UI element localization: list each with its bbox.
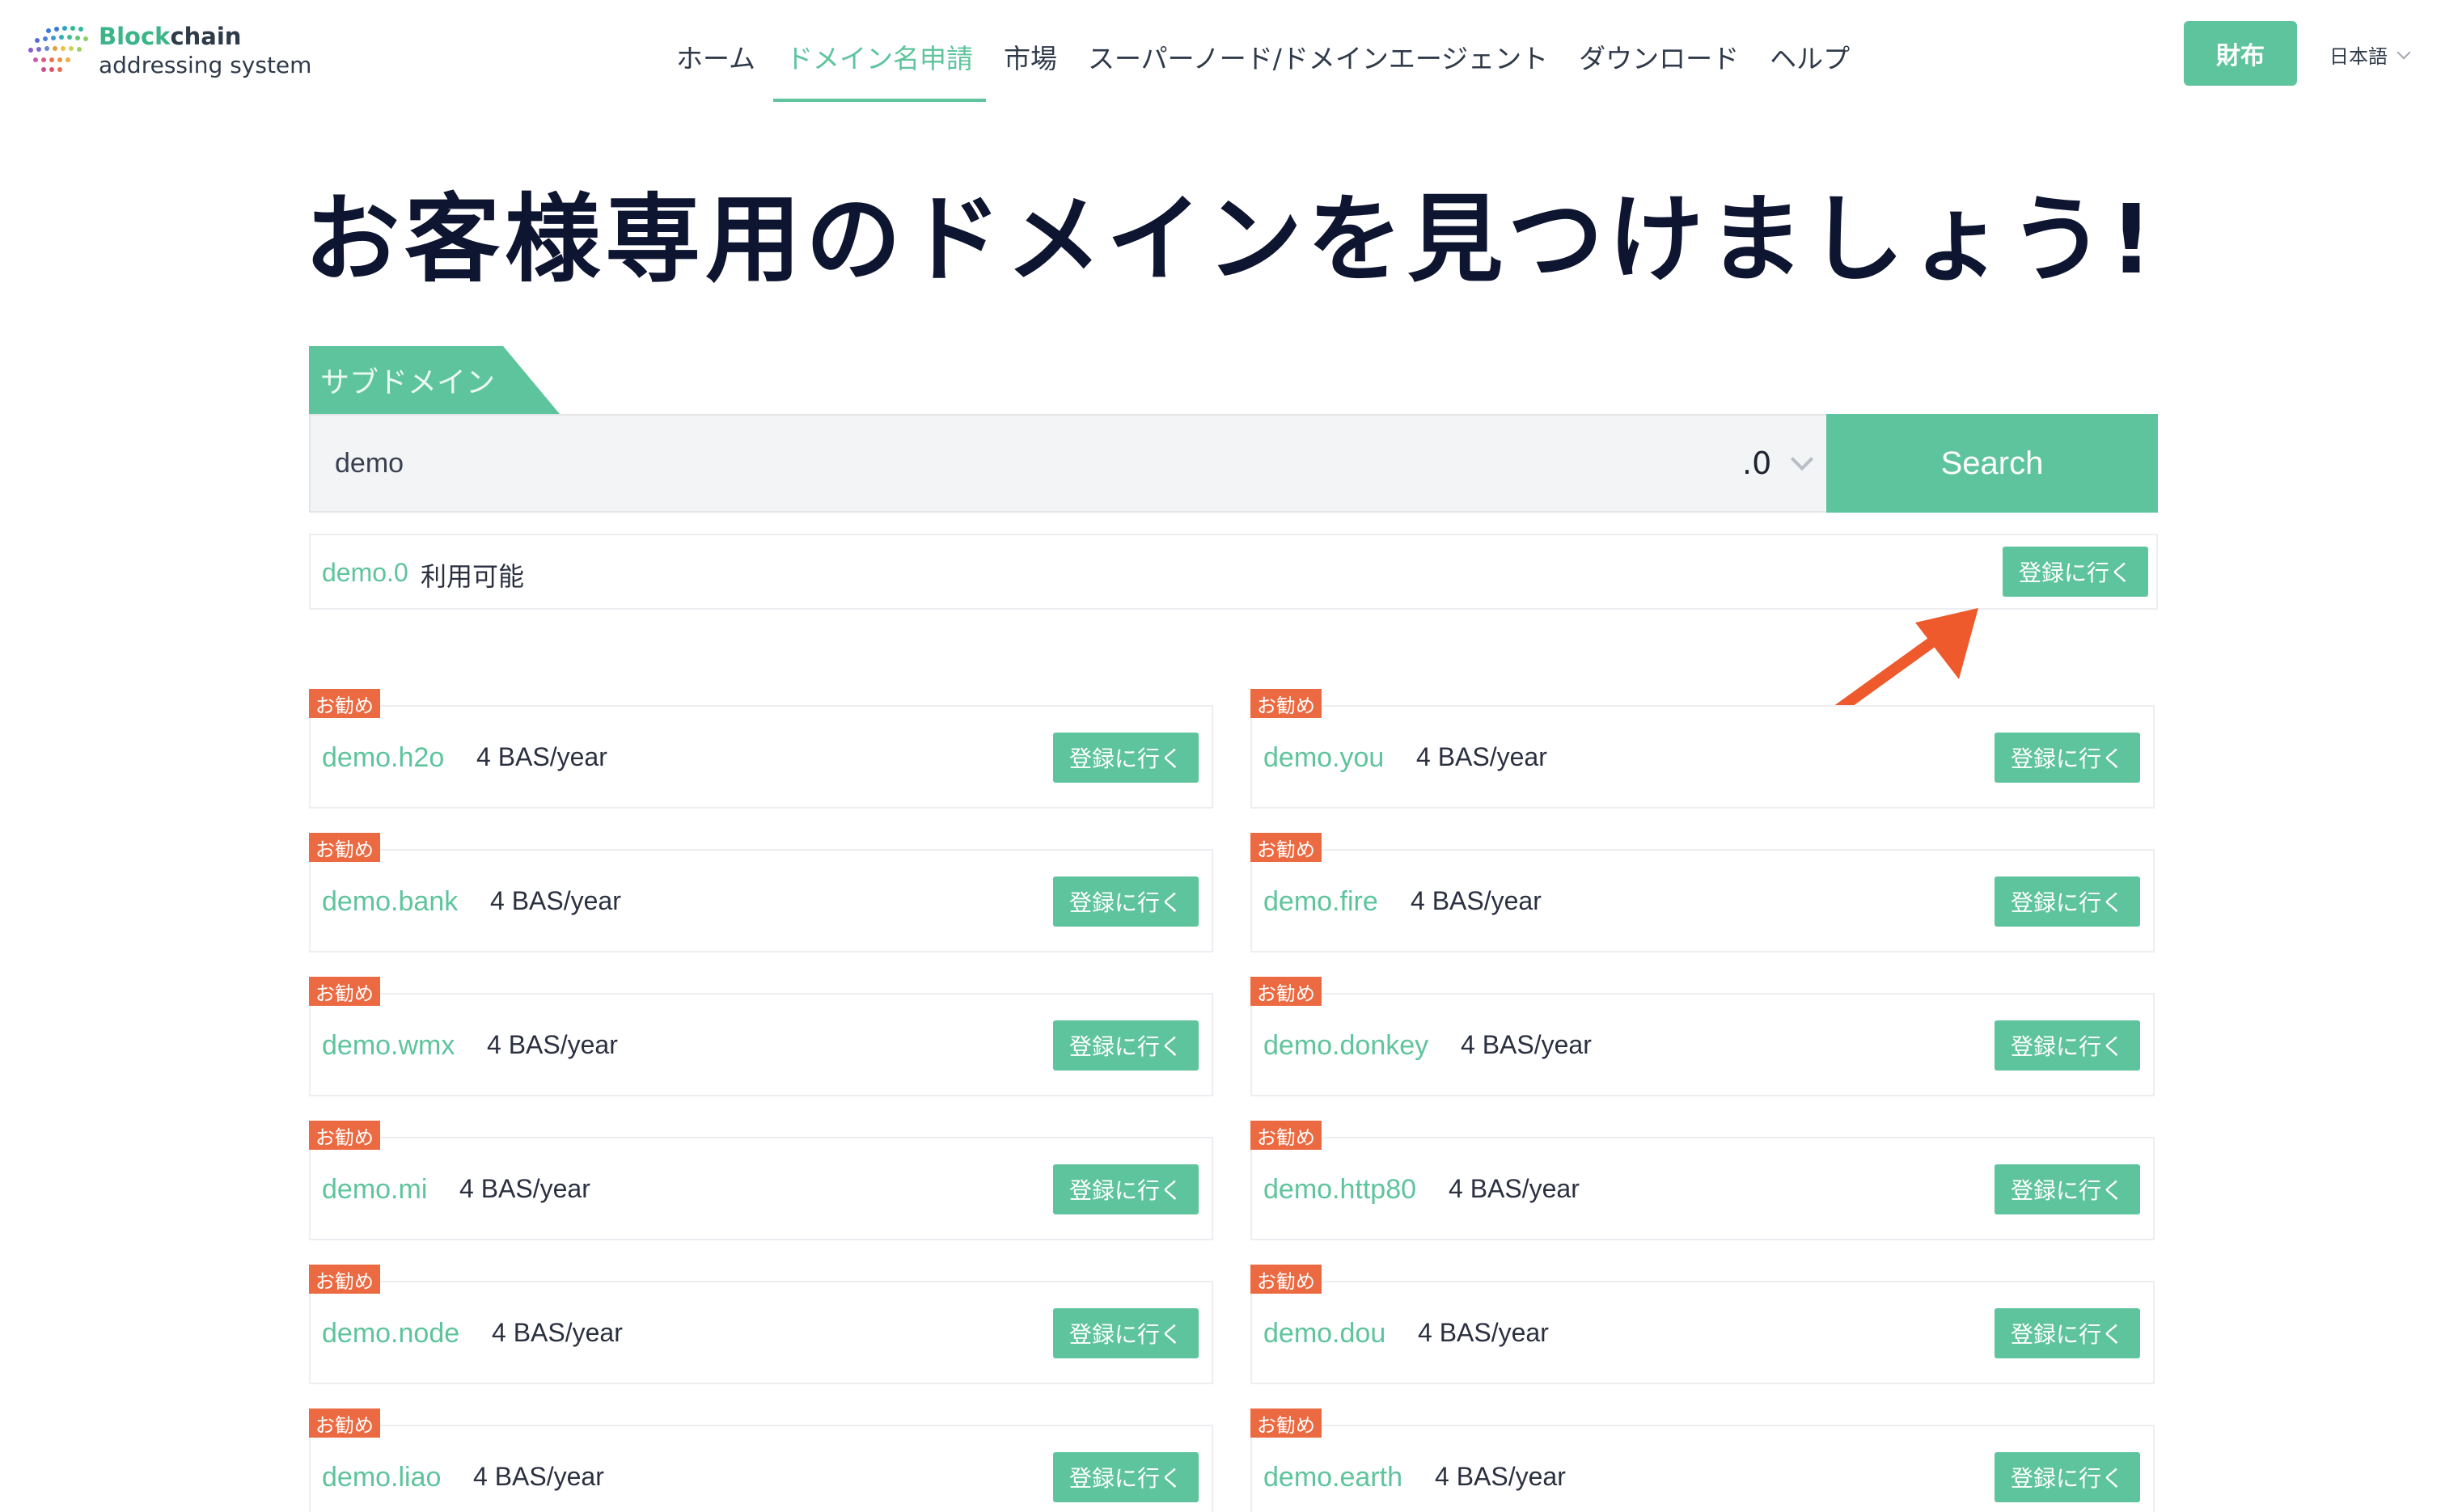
recommend-badge: お勧め: [1250, 977, 1322, 1006]
suggested-domain: demo.h2o: [322, 742, 445, 773]
recommend-badge: お勧め: [309, 1409, 380, 1438]
register-button[interactable]: 登録に行く: [1053, 1164, 1199, 1214]
tab-subdomain[interactable]: サブドメイン: [309, 346, 560, 414]
tld-select[interactable]: .0: [1742, 416, 1814, 511]
nav-help[interactable]: ヘルプ: [1757, 32, 1863, 102]
suggestion-card: demo.bank 4 BAS/year 登録に行く: [309, 849, 1213, 952]
domain-price: 4 BAS/year: [1411, 886, 1542, 915]
available-domain: demo.0: [322, 558, 408, 587]
wallet-button[interactable]: 財布: [2184, 21, 2297, 86]
recommend-badge: お勧め: [309, 977, 380, 1006]
suggestion-card: demo.mi 4 BAS/year 登録に行く: [309, 1137, 1213, 1240]
nav-market[interactable]: 市場: [991, 32, 1070, 102]
recommend-badge: お勧め: [1250, 833, 1322, 862]
nav-supernode[interactable]: スーパーノード/ドメインエージェント: [1075, 32, 1561, 102]
suggestion-card: demo.dou 4 BAS/year 登録に行く: [1250, 1281, 2155, 1384]
header: Blockchain addressing system ホーム ドメイン名申請…: [0, 0, 2462, 113]
availability-status: 利用可能: [421, 561, 525, 592]
recommend-badge: お勧め: [309, 1121, 380, 1150]
tab-root-domain[interactable]: ルートドメイン: [511, 346, 810, 414]
suggestion-card: demo.wmx 4 BAS/year 登録に行く: [309, 993, 1213, 1096]
page-title: お客様専用のドメインを見つけましょう!: [304, 184, 2158, 295]
register-button[interactable]: 登録に行く: [1995, 1452, 2140, 1502]
suggested-domain: demo.dou: [1263, 1318, 1386, 1349]
language-label: 日本語: [2329, 45, 2388, 68]
register-button[interactable]: 登録に行く: [2003, 547, 2148, 597]
search-input[interactable]: [335, 416, 1710, 511]
logo-brand: Blockchain: [99, 23, 242, 50]
tld-label: .0: [1742, 446, 1772, 481]
suggestion-card: demo.fire 4 BAS/year 登録に行く: [1250, 849, 2155, 952]
chevron-down-icon: [2396, 45, 2411, 59]
register-button[interactable]: 登録に行く: [1053, 1308, 1199, 1358]
domain-price: 4 BAS/year: [1449, 1174, 1580, 1203]
domain-price: 4 BAS/year: [492, 1318, 623, 1347]
domain-price: 4 BAS/year: [490, 886, 621, 915]
search-button[interactable]: Search: [1826, 414, 2158, 513]
domain-price: 4 BAS/year: [487, 1030, 618, 1059]
register-button[interactable]: 登録に行く: [1053, 876, 1199, 927]
domain-price: 4 BAS/year: [1435, 1462, 1566, 1491]
suggested-domain: demo.donkey: [1263, 1030, 1429, 1061]
domain-price: 4 BAS/year: [1416, 742, 1547, 771]
register-button[interactable]: 登録に行く: [1053, 1452, 1199, 1502]
suggested-domain: demo.bank: [322, 886, 459, 917]
register-button[interactable]: 登録に行く: [1053, 1020, 1199, 1071]
domain-price: 4 BAS/year: [473, 1462, 604, 1491]
nav-home[interactable]: ホーム: [663, 32, 768, 102]
domain-price: 4 BAS/year: [476, 742, 607, 771]
suggestion-card: demo.earth 4 BAS/year 登録に行く: [1250, 1425, 2155, 1512]
register-button[interactable]: 登録に行く: [1995, 1308, 2140, 1358]
recommend-badge: お勧め: [309, 1265, 380, 1294]
suggested-domain: demo.http80: [1263, 1174, 1417, 1205]
register-button[interactable]: 登録に行く: [1995, 1164, 2140, 1214]
suggestion-card: demo.you 4 BAS/year 登録に行く: [1250, 705, 2155, 809]
nav-domain-apply[interactable]: ドメイン名申請: [773, 32, 987, 102]
suggestion-card: demo.h2o 4 BAS/year 登録に行く: [309, 705, 1213, 809]
suggested-domain: demo.you: [1263, 742, 1385, 773]
suggestion-card: demo.liao 4 BAS/year 登録に行く: [309, 1425, 1213, 1512]
domain-price: 4 BAS/year: [1461, 1030, 1592, 1059]
domain-price: 4 BAS/year: [1418, 1318, 1549, 1347]
logo-dots-icon: [28, 26, 88, 72]
recommend-badge: お勧め: [1250, 689, 1322, 718]
recommend-badge: お勧め: [309, 689, 380, 718]
logo[interactable]: Blockchain addressing system: [26, 21, 317, 86]
domain-price: 4 BAS/year: [459, 1174, 590, 1203]
recommend-badge: お勧め: [1250, 1121, 1322, 1150]
recommend-badge: お勧め: [1250, 1265, 1322, 1294]
suggested-domain: demo.liao: [322, 1462, 442, 1493]
register-button[interactable]: 登録に行く: [1053, 733, 1199, 783]
recommend-badge: お勧め: [309, 833, 380, 862]
main-nav: ホーム ドメイン名申請 市場 スーパーノード/ドメインエージェント ダウンロード…: [663, 32, 1863, 102]
nav-download[interactable]: ダウンロード: [1566, 32, 1752, 102]
register-button[interactable]: 登録に行く: [1995, 733, 2140, 783]
chevron-down-icon: [1791, 447, 1814, 471]
suggestion-card: demo.http80 4 BAS/year 登録に行く: [1250, 1137, 2155, 1240]
suggested-domain: demo.mi: [322, 1174, 428, 1205]
recommend-badge: お勧め: [1250, 1409, 1322, 1438]
domain-type-tabs: ルートドメイン サブドメイン: [309, 346, 827, 414]
suggested-domain: demo.fire: [1263, 886, 1378, 917]
suggested-domain: demo.node: [322, 1318, 460, 1349]
suggestion-card: demo.donkey 4 BAS/year 登録に行く: [1250, 993, 2155, 1096]
suggested-domain: demo.wmx: [322, 1030, 455, 1061]
language-select[interactable]: 日本語: [2329, 40, 2411, 69]
suggestion-card: demo.node 4 BAS/year 登録に行く: [309, 1281, 1213, 1384]
logo-subtitle: addressing system: [99, 52, 312, 78]
suggested-domain: demo.earth: [1263, 1462, 1402, 1493]
search-bar: .0 Search: [309, 414, 2158, 513]
register-button[interactable]: 登録に行く: [1995, 876, 2140, 927]
register-button[interactable]: 登録に行く: [1995, 1020, 2140, 1071]
